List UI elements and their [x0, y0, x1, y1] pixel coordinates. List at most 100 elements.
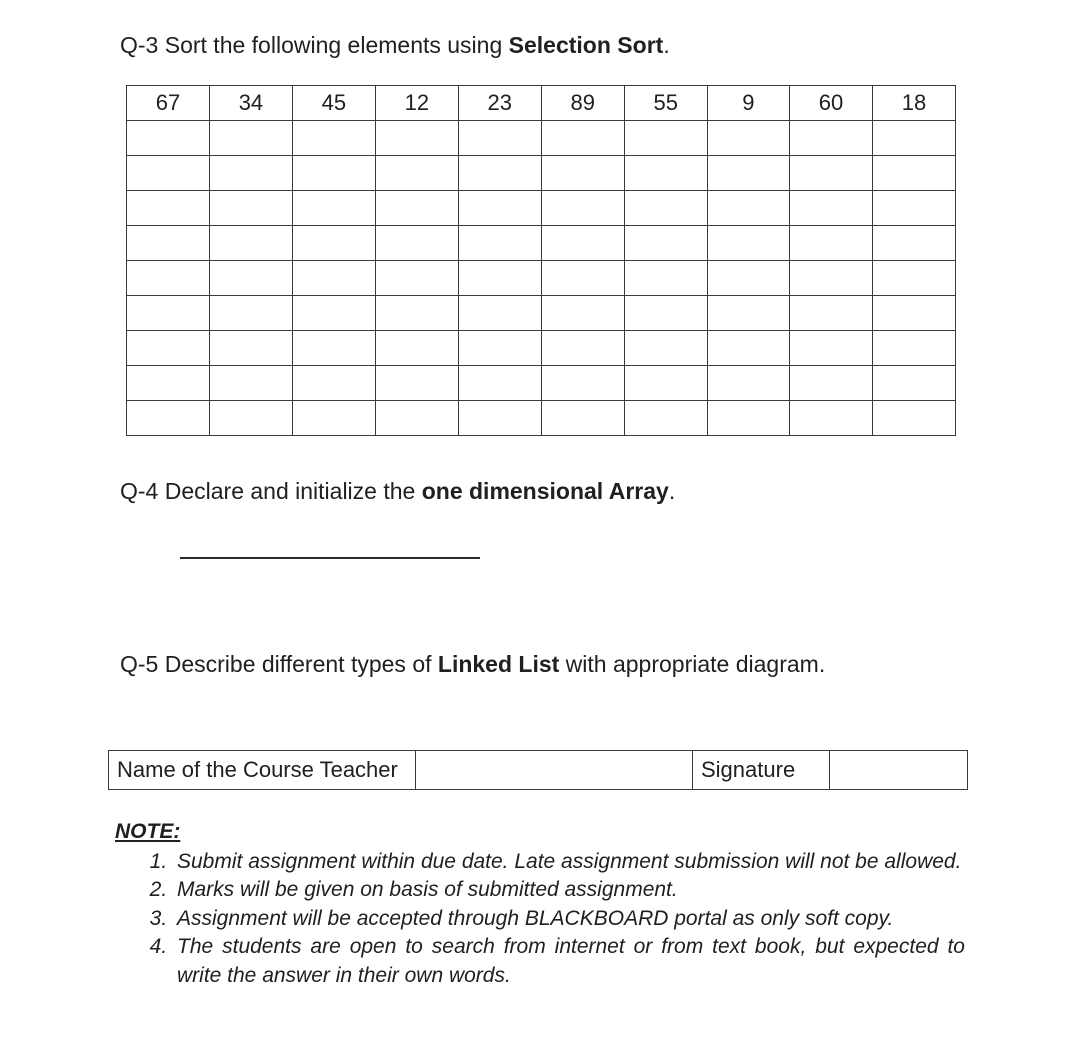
sort-blank-cell [872, 121, 955, 156]
sort-blank-cell [375, 296, 458, 331]
selection-sort-table: 6734451223895596018 [126, 85, 956, 436]
sort-blank-cell [375, 226, 458, 261]
sort-blank-cell [292, 226, 375, 261]
q5-text-prefix: Q-5 Describe different types of [120, 651, 438, 677]
sort-value-cell: 23 [458, 86, 541, 121]
table-row [127, 366, 956, 401]
table-row [127, 261, 956, 296]
sort-blank-cell [127, 296, 210, 331]
sort-blank-cell [707, 261, 789, 296]
sort-value-cell: 9 [707, 86, 789, 121]
sort-blank-cell [707, 401, 789, 436]
sort-blank-cell [707, 331, 789, 366]
sort-blank-cell [209, 296, 292, 331]
signature-label: Signature [693, 751, 830, 790]
sort-blank-cell [541, 156, 624, 191]
note-item: Marks will be given on basis of submitte… [173, 876, 965, 904]
sort-blank-cell [790, 401, 873, 436]
table-row [127, 156, 956, 191]
sort-value-cell: 45 [292, 86, 375, 121]
sort-blank-cell [872, 261, 955, 296]
table-row [127, 331, 956, 366]
note-item: Submit assignment within due date. Late … [173, 848, 965, 876]
sort-blank-cell [872, 226, 955, 261]
sort-blank-cell [707, 366, 789, 401]
q5-text-suffix: with appropriate diagram. [559, 651, 825, 677]
sort-blank-cell [872, 156, 955, 191]
sort-blank-cell [209, 156, 292, 191]
sort-blank-cell [127, 331, 210, 366]
sort-blank-cell [790, 366, 873, 401]
sort-blank-cell [872, 401, 955, 436]
question-3-heading: Q-3 Sort the following elements using Se… [120, 30, 965, 61]
sort-blank-cell [127, 366, 210, 401]
sort-value-cell: 67 [127, 86, 210, 121]
sort-blank-cell [292, 296, 375, 331]
sort-blank-cell [458, 296, 541, 331]
sort-blank-cell [790, 331, 873, 366]
sort-blank-cell [790, 226, 873, 261]
sort-blank-cell [872, 191, 955, 226]
sort-blank-cell [292, 331, 375, 366]
sort-blank-cell [375, 401, 458, 436]
q4-answer-blank-line [180, 557, 480, 559]
q3-text-bold: Selection Sort [509, 32, 664, 58]
sort-blank-cell [790, 121, 873, 156]
sort-value-cell: 34 [209, 86, 292, 121]
sort-blank-cell [458, 331, 541, 366]
sort-value-cell: 18 [872, 86, 955, 121]
table-row: 6734451223895596018 [127, 86, 956, 121]
sort-blank-cell [872, 296, 955, 331]
q3-text-suffix: . [663, 32, 669, 58]
sort-blank-cell [707, 121, 789, 156]
sort-blank-cell [375, 366, 458, 401]
signature-value [830, 751, 968, 790]
sort-blank-cell [127, 121, 210, 156]
sort-blank-cell [458, 191, 541, 226]
sort-blank-cell [872, 331, 955, 366]
sort-blank-cell [209, 401, 292, 436]
sort-blank-cell [707, 156, 789, 191]
note-title: NOTE: [115, 820, 965, 844]
sort-blank-cell [375, 121, 458, 156]
table-row [127, 121, 956, 156]
sort-blank-cell [292, 366, 375, 401]
sort-blank-cell [707, 191, 789, 226]
sort-blank-cell [541, 226, 624, 261]
sort-blank-cell [624, 121, 707, 156]
selection-sort-tbody: 6734451223895596018 [127, 86, 956, 436]
sort-blank-cell [458, 121, 541, 156]
q4-text-suffix: . [669, 478, 675, 504]
sort-blank-cell [541, 401, 624, 436]
sort-blank-cell [624, 296, 707, 331]
sort-blank-cell [127, 191, 210, 226]
table-row [127, 401, 956, 436]
sort-blank-cell [541, 191, 624, 226]
sort-blank-cell [541, 261, 624, 296]
sort-blank-cell [790, 261, 873, 296]
sort-blank-cell [624, 191, 707, 226]
sort-blank-cell [541, 366, 624, 401]
signature-row: Name of the Course Teacher Signature [109, 751, 968, 790]
sort-blank-cell [209, 331, 292, 366]
sort-blank-cell [790, 191, 873, 226]
sort-blank-cell [127, 226, 210, 261]
sort-blank-cell [624, 226, 707, 261]
q4-text-prefix: Q-4 Declare and initialize the [120, 478, 422, 504]
sort-blank-cell [458, 261, 541, 296]
table-row [127, 191, 956, 226]
sort-blank-cell [127, 401, 210, 436]
sort-blank-cell [209, 191, 292, 226]
sort-blank-cell [541, 296, 624, 331]
sort-value-cell: 12 [375, 86, 458, 121]
sort-blank-cell [375, 156, 458, 191]
sort-blank-cell [790, 296, 873, 331]
sort-blank-cell [209, 226, 292, 261]
sort-blank-cell [872, 366, 955, 401]
sort-blank-cell [624, 261, 707, 296]
table-row [127, 226, 956, 261]
sort-blank-cell [375, 191, 458, 226]
sort-blank-cell [292, 191, 375, 226]
sort-blank-cell [458, 401, 541, 436]
signature-table: Name of the Course Teacher Signature [108, 750, 968, 790]
